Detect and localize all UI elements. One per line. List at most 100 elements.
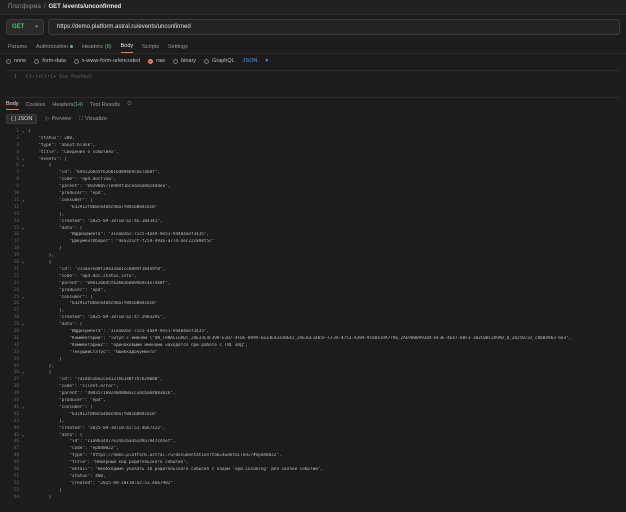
radio-circle-icon — [148, 58, 154, 64]
code-line: 1 ▾{ — [0, 128, 626, 135]
method-select[interactable]: GET ▾ — [6, 19, 44, 35]
code-text: "consumer": [ — [28, 404, 93, 410]
tab-params[interactable]: Params — [8, 40, 27, 53]
line-number: 51 — [13, 473, 19, 479]
code-text: "title": "Сведения о событиях", — [28, 149, 119, 155]
line-number: 27 — [13, 308, 19, 314]
code-text: "parent": "692988577e9d4f1bcad26a8d24dde… — [28, 184, 171, 190]
code-text: "id": "694126bd5fb2b816d89469c4e74b8f", — [28, 170, 160, 176]
code-line: 25 ▾ "consumer": [ — [0, 294, 626, 301]
body-editor[interactable]: 1 Ctrl+Ctrl+ Все Postbot — [6, 70, 620, 98]
line-number: 1 — [16, 128, 19, 134]
tab-settings[interactable]: Settings — [168, 40, 188, 53]
visualize-label: Visualize — [85, 116, 107, 122]
chevron-down-icon: ▾ — [35, 24, 38, 30]
code-line: 17 "ДокументОборот": "4ea321cf-f259-4936… — [0, 238, 626, 245]
tab-body[interactable]: Body — [120, 40, 134, 53]
code-line: 11 ▾ "consumer": [ — [0, 197, 626, 204]
tab-authorization[interactable]: Authorization — [36, 40, 74, 53]
line-number: 46 — [13, 439, 19, 445]
code-text: }, — [28, 363, 54, 369]
code-line: 40 "producer": "epd", — [0, 397, 626, 404]
code-text: "detail": "Необходимо указать ID родител… — [28, 467, 323, 473]
radio-graphql[interactable]: GraphQL — [204, 58, 235, 64]
tab-scripts[interactable]: Scripts — [142, 40, 159, 53]
line-number: 21 — [13, 266, 19, 272]
code-line: 43 ], — [0, 418, 626, 425]
line-number: 28 — [13, 315, 19, 321]
tab-label: Headers — [82, 43, 103, 50]
code-line: 3 "type": "about:blank", — [0, 142, 626, 149]
line-number: 22 — [13, 273, 19, 279]
response-tab-headers[interactable]: Headers (14) — [52, 99, 83, 110]
url-input[interactable]: https://demo.platform.astral.ru/events/u… — [48, 19, 620, 35]
code-text: "data": { — [28, 432, 83, 438]
radio-label: binary — [181, 58, 197, 64]
line-number: 9 — [16, 184, 19, 190]
code-line: 27 ], — [0, 307, 626, 314]
code-line: 31 "Комментарий": "Титул с именем \"ON_T… — [0, 335, 626, 342]
breadcrumb-workspace[interactable]: Платформа — [8, 4, 41, 10]
code-line: 44 "created": "2025-09-10T10:42:53.46671… — [0, 425, 626, 432]
line-number: 5 — [16, 156, 19, 162]
title-bar: Платформа / GET /events/unconfirmed — [0, 0, 626, 15]
line-number: 4 — [16, 149, 19, 155]
code-line: 18 } — [0, 245, 626, 252]
line-number: 42 — [13, 411, 19, 417]
code-line: 21 "id": "315aa7ed0f2d433a01cc8894f1b4e9… — [0, 266, 626, 273]
radio-label: none — [14, 58, 27, 64]
preview-button[interactable]: ▷ Preview — [45, 116, 71, 122]
code-text: "code": "client.error", — [28, 384, 119, 390]
code-line: 22 "code": "epd.doc.status.info", — [0, 273, 626, 280]
code-line: 39 "parent": "49d35716024048b8acc3dcba64… — [0, 390, 626, 397]
response-body[interactable]: 1 ▾{2 "status": 200, 3 "type": "about:blan… — [0, 128, 626, 512]
line-number: 53 — [13, 487, 19, 493]
code-line: 42 "632912f0b8c646bc9ba7f8016804cbc8" — [0, 411, 626, 418]
line-number: 7 — [16, 170, 19, 176]
response-format-select[interactable]: { } JSON — [6, 114, 38, 124]
tab-label: Cookies — [25, 101, 46, 108]
line-number: 45 — [13, 432, 19, 438]
history-icon[interactable]: ⏲ — [127, 101, 132, 108]
editor-placeholder: Ctrl+Ctrl+ Все Postbot — [26, 74, 93, 80]
line-number: 31 — [13, 335, 19, 341]
code-line: 7 "id": "694126bd5fb2b816d89469c4e74b8f"… — [0, 169, 626, 176]
code-text: }, — [28, 253, 54, 259]
response-tab-body[interactable]: Body — [6, 99, 19, 110]
code-text: "consumer": [ — [28, 197, 93, 203]
radio-label: raw — [156, 58, 166, 64]
response-tab-test-results[interactable]: Test Results — [90, 99, 120, 110]
radio-binary[interactable]: binary — [173, 58, 196, 64]
page-title: GET /events/unconfirmed — [48, 4, 122, 10]
code-line: 34 } — [0, 356, 626, 363]
line-number: 37 — [13, 377, 19, 383]
line-number: 12 — [13, 204, 19, 210]
code-line: 5 ▾ "events": [ — [0, 156, 626, 163]
code-text: "data": { — [28, 225, 83, 231]
radio-none[interactable]: none — [6, 58, 26, 64]
code-text: "id": "c1a9b34d77e24a76ada1d9a7947c44ef"… — [28, 439, 176, 445]
code-text: "632912f0b8c646bc9ba7f8016804cbc8" — [28, 411, 158, 417]
line-number: 18 — [13, 246, 19, 252]
code-line: 10 "producer": "epd", — [0, 190, 626, 197]
line-number: 48 — [13, 453, 19, 459]
line-number: 17 — [13, 239, 19, 245]
radio-form-data[interactable]: form-data — [34, 58, 66, 64]
response-tab-cookies[interactable]: Cookies — [26, 99, 46, 110]
tab-label: Scripts — [142, 43, 159, 50]
body-format-select[interactable]: JSON — [243, 58, 258, 64]
code-line: 16 "ИдДокумента": "31ea026c-71c5-4a49-9e… — [0, 232, 626, 239]
request-tabs: Params Authorization Headers (8) Body Scripts… — [0, 40, 626, 54]
radio-circle-icon — [173, 58, 179, 64]
radio-raw[interactable]: raw — [148, 58, 165, 64]
line-number: 25 — [13, 294, 19, 300]
code-text: "title": "Неверный код родительского соб… — [28, 460, 189, 466]
line-number: 41 — [13, 404, 19, 410]
code-line: 19 }, — [0, 252, 626, 259]
code-text: { — [28, 163, 52, 169]
visualize-button[interactable]: ⛶ Visualize — [79, 116, 107, 123]
tab-headers[interactable]: Headers (8) — [82, 40, 112, 53]
radio-x-www-form-urlencoded[interactable]: x-www-form-urlencoded — [73, 58, 140, 64]
preview-label: Preview — [51, 116, 72, 122]
code-line: 36 ▾ { — [0, 370, 626, 377]
